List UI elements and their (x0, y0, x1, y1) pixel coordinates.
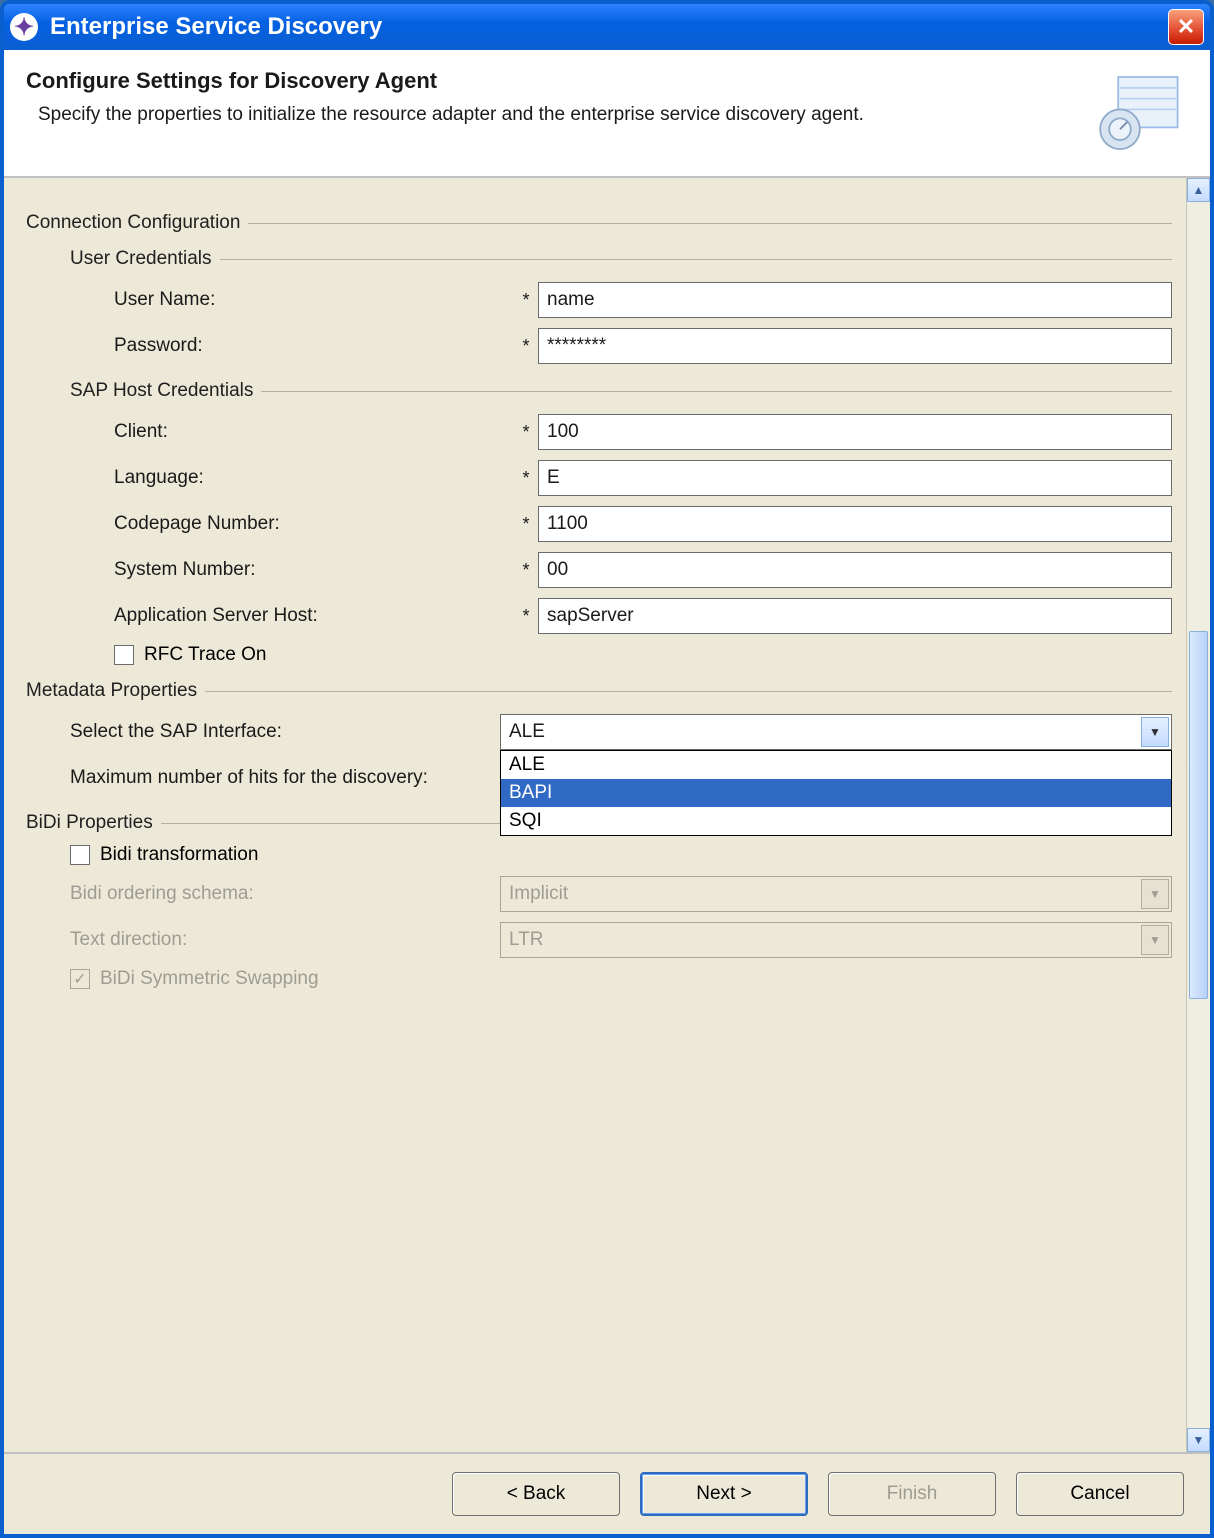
header: Configure Settings for Discovery Agent S… (4, 50, 1210, 178)
page-title: Configure Settings for Discovery Agent (26, 68, 1088, 94)
required-marker: * (514, 560, 538, 581)
bidi-transform-label: Bidi transformation (100, 844, 258, 866)
scroll-up-icon[interactable]: ▲ (1187, 178, 1210, 202)
required-marker: * (514, 336, 538, 357)
appserver-input[interactable] (538, 598, 1172, 634)
text-direction-select: LTR ▼ (500, 922, 1172, 958)
group-connection: Connection Configuration (26, 212, 1172, 234)
username-label: User Name: (114, 289, 514, 311)
scroll-track[interactable] (1187, 202, 1210, 1428)
password-input[interactable] (538, 328, 1172, 364)
close-button[interactable]: ✕ (1168, 9, 1204, 45)
required-marker: * (514, 606, 538, 627)
body: Connection Configuration User Credential… (4, 178, 1210, 1452)
dropdown-arrow-icon: ▼ (1141, 925, 1169, 955)
language-label: Language: (114, 467, 514, 489)
rfc-trace-checkbox[interactable] (114, 645, 134, 665)
group-user-credentials: User Credentials (70, 248, 1172, 270)
finish-button: Finish (828, 1472, 996, 1516)
dropdown-option-bapi[interactable]: BAPI (501, 779, 1171, 807)
button-bar: < Back Next > Finish Cancel (4, 1452, 1210, 1534)
required-marker: * (514, 422, 538, 443)
bidi-transform-checkbox[interactable] (70, 845, 90, 865)
bidi-swap-checkbox: ✓ (70, 969, 90, 989)
vertical-scrollbar[interactable]: ▲ ▼ (1186, 178, 1210, 1452)
titlebar: ✦ Enterprise Service Discovery ✕ (4, 4, 1210, 50)
required-marker: * (514, 514, 538, 535)
scroll-down-icon[interactable]: ▼ (1187, 1428, 1210, 1452)
rfc-trace-label: RFC Trace On (144, 644, 266, 666)
max-hits-label: Maximum number of hits for the discovery… (70, 767, 500, 789)
group-sap-host: SAP Host Credentials (70, 380, 1172, 402)
scroll-thumb[interactable] (1189, 631, 1208, 999)
sap-interface-label: Select the SAP Interface: (70, 721, 500, 743)
group-metadata: Metadata Properties (26, 680, 1172, 702)
bidi-schema-select: Implicit ▼ (500, 876, 1172, 912)
app-icon: ✦ (10, 13, 38, 41)
codepage-label: Codepage Number: (114, 513, 514, 535)
sysnum-input[interactable] (538, 552, 1172, 588)
dropdown-arrow-icon: ▼ (1141, 879, 1169, 909)
window-title: Enterprise Service Discovery (50, 13, 382, 41)
dropdown-option-ale[interactable]: ALE (501, 751, 1171, 779)
bidi-schema-label: Bidi ordering schema: (70, 883, 500, 905)
client-label: Client: (114, 421, 514, 443)
password-label: Password: (114, 335, 514, 357)
codepage-input[interactable] (538, 506, 1172, 542)
language-input[interactable] (538, 460, 1172, 496)
dropdown-arrow-icon: ▼ (1141, 717, 1169, 747)
required-marker: * (514, 290, 538, 311)
appserver-label: Application Server Host: (114, 605, 514, 627)
client-input[interactable] (538, 414, 1172, 450)
back-button[interactable]: < Back (452, 1472, 620, 1516)
wizard-icon (1088, 68, 1188, 158)
sysnum-label: System Number: (114, 559, 514, 581)
page-description: Specify the properties to initialize the… (26, 102, 1088, 129)
required-marker: * (514, 468, 538, 489)
sap-interface-dropdown[interactable]: ALE BAPI SQI (500, 750, 1172, 836)
dialog-window: ✦ Enterprise Service Discovery ✕ Configu… (0, 0, 1214, 1538)
dropdown-option-sqi[interactable]: SQI (501, 807, 1171, 835)
sap-interface-select[interactable]: ALE ▼ (500, 714, 1172, 750)
text-direction-label: Text direction: (70, 929, 500, 951)
cancel-button[interactable]: Cancel (1016, 1472, 1184, 1516)
username-input[interactable] (538, 282, 1172, 318)
bidi-swap-label: BiDi Symmetric Swapping (100, 968, 319, 990)
next-button[interactable]: Next > (640, 1472, 808, 1516)
